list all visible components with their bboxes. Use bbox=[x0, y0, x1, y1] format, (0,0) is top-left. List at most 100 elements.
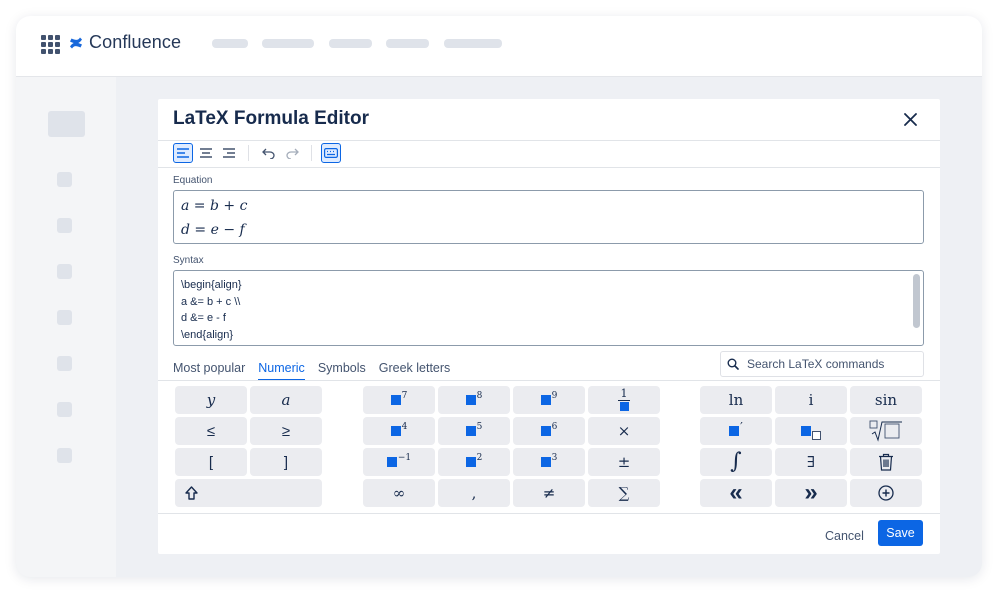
sidebar-placeholder bbox=[57, 310, 72, 325]
key-prime[interactable]: ′ bbox=[700, 417, 772, 445]
key-power-4[interactable]: 4 bbox=[363, 417, 435, 445]
exponent: 9 bbox=[551, 391, 558, 401]
key-integral[interactable]: ∫ bbox=[700, 448, 772, 476]
divider bbox=[158, 380, 940, 381]
confluence-logo-icon bbox=[70, 37, 82, 48]
align-center-button[interactable] bbox=[196, 143, 216, 163]
placeholder-box bbox=[465, 395, 476, 405]
shift-key[interactable] bbox=[175, 479, 322, 507]
dialog-title: LaTeX Formula Editor bbox=[173, 108, 370, 129]
key-power-8[interactable]: 8 bbox=[438, 386, 510, 414]
keyboard-toggle-button[interactable] bbox=[321, 143, 341, 163]
divider bbox=[158, 140, 940, 141]
syntax-label: Syntax bbox=[173, 255, 204, 266]
key-power-neg-1[interactable]: −1 bbox=[363, 448, 435, 476]
integral-sign: ∫ bbox=[730, 449, 742, 474]
tab-symbols[interactable]: Symbols bbox=[318, 361, 366, 381]
key-power-2[interactable]: 2 bbox=[438, 448, 510, 476]
align-right-icon bbox=[223, 148, 235, 158]
redo-icon bbox=[285, 148, 299, 159]
key-a[interactable]: a bbox=[250, 386, 322, 414]
syntax-line: \begin{align} bbox=[181, 279, 242, 291]
command-tabs: Most popular Numeric Symbols Greek lette… bbox=[173, 361, 450, 381]
divider bbox=[158, 167, 940, 168]
equation-label: Equation bbox=[173, 175, 213, 186]
key-y[interactable]: y bbox=[175, 386, 247, 414]
exponent: 8 bbox=[476, 391, 483, 401]
exponent: −1 bbox=[397, 453, 412, 463]
search-input[interactable] bbox=[747, 357, 917, 371]
close-button[interactable] bbox=[900, 109, 920, 129]
syntax-line: d &= e - f bbox=[181, 312, 226, 324]
key-nth-root[interactable] bbox=[850, 417, 922, 445]
placeholder-box bbox=[386, 457, 397, 467]
sidebar-placeholder bbox=[48, 111, 85, 137]
tab-most-popular[interactable]: Most popular bbox=[173, 361, 245, 381]
key-power-9[interactable]: 9 bbox=[513, 386, 585, 414]
fraction-bar bbox=[618, 400, 630, 401]
placeholder-outline-box bbox=[812, 430, 821, 440]
key-less-equal[interactable]: ≤ bbox=[175, 417, 247, 445]
key-not-equal[interactable]: ≠ bbox=[513, 479, 585, 507]
key-exists[interactable]: ∃ bbox=[775, 448, 847, 476]
plus-circle-icon bbox=[878, 485, 894, 501]
app-frame: Confluence LaTeX Formula Editor Equation… bbox=[16, 16, 982, 577]
key-plus-minus[interactable]: ± bbox=[588, 448, 660, 476]
key-power-3[interactable]: 3 bbox=[513, 448, 585, 476]
latex-search-field[interactable] bbox=[720, 351, 924, 377]
shift-icon bbox=[185, 486, 198, 500]
key-sin[interactable]: sin bbox=[850, 386, 922, 414]
key-power-5[interactable]: 5 bbox=[438, 417, 510, 445]
close-icon bbox=[903, 112, 917, 126]
key-imaginary-i[interactable]: i bbox=[775, 386, 847, 414]
key-power-6[interactable]: 6 bbox=[513, 417, 585, 445]
cursor-right-key[interactable]: » bbox=[775, 479, 847, 507]
tab-greek-letters[interactable]: Greek letters bbox=[379, 361, 451, 381]
delete-key[interactable] bbox=[850, 448, 922, 476]
key-reciprocal[interactable]: 1 bbox=[588, 386, 660, 414]
cancel-button[interactable]: Cancel bbox=[817, 523, 872, 549]
placeholder-box bbox=[465, 426, 476, 436]
confluence-logo[interactable]: Confluence bbox=[69, 32, 181, 53]
key-infinity[interactable]: ∞ bbox=[363, 479, 435, 507]
fraction-numerator: 1 bbox=[620, 387, 628, 400]
sidebar-placeholder bbox=[57, 264, 72, 279]
nav-placeholder bbox=[444, 39, 502, 48]
placeholder-box bbox=[390, 426, 401, 436]
key-ln[interactable]: ln bbox=[700, 386, 772, 414]
equation-line: d = e − f bbox=[181, 222, 245, 238]
align-right-button[interactable] bbox=[219, 143, 239, 163]
key-right-bracket[interactable]: ] bbox=[250, 448, 322, 476]
key-sum[interactable]: ∑ bbox=[588, 479, 660, 507]
key-power-7[interactable]: 7 bbox=[363, 386, 435, 414]
align-left-button[interactable] bbox=[173, 143, 193, 163]
cursor-left-key[interactable]: « bbox=[700, 479, 772, 507]
placeholder-box bbox=[619, 402, 629, 411]
exponent: 3 bbox=[551, 453, 558, 463]
placeholder-box bbox=[540, 457, 551, 467]
insert-key[interactable] bbox=[850, 479, 922, 507]
sidebar bbox=[16, 77, 116, 577]
key-left-bracket[interactable]: [ bbox=[175, 448, 247, 476]
exponent: 2 bbox=[476, 453, 483, 463]
key-comma[interactable]: , bbox=[438, 479, 510, 507]
key-times[interactable]: × bbox=[588, 417, 660, 445]
sidebar-placeholder bbox=[57, 402, 72, 417]
syntax-scrollbar[interactable] bbox=[913, 274, 920, 328]
tab-numeric[interactable]: Numeric bbox=[258, 361, 305, 381]
key-subscript[interactable] bbox=[775, 417, 847, 445]
undo-icon bbox=[261, 148, 275, 159]
syntax-line: \end{align} bbox=[181, 328, 233, 341]
placeholder-box bbox=[729, 426, 740, 436]
syntax-line: a &= b + c \\ bbox=[181, 295, 241, 308]
syntax-textarea[interactable]: \begin{align} a &= b + c \\ d &= e - f \… bbox=[173, 270, 924, 346]
placeholder-box bbox=[801, 426, 811, 436]
prime-mark: ′ bbox=[740, 420, 743, 434]
toolbar-separator bbox=[311, 145, 312, 161]
redo-button[interactable] bbox=[282, 143, 302, 163]
key-greater-equal[interactable]: ≥ bbox=[250, 417, 322, 445]
app-switcher-icon[interactable] bbox=[41, 35, 60, 54]
undo-button[interactable] bbox=[258, 143, 278, 163]
save-button[interactable]: Save bbox=[878, 520, 923, 546]
equation-preview: a = b + c d = e − f bbox=[173, 190, 924, 244]
